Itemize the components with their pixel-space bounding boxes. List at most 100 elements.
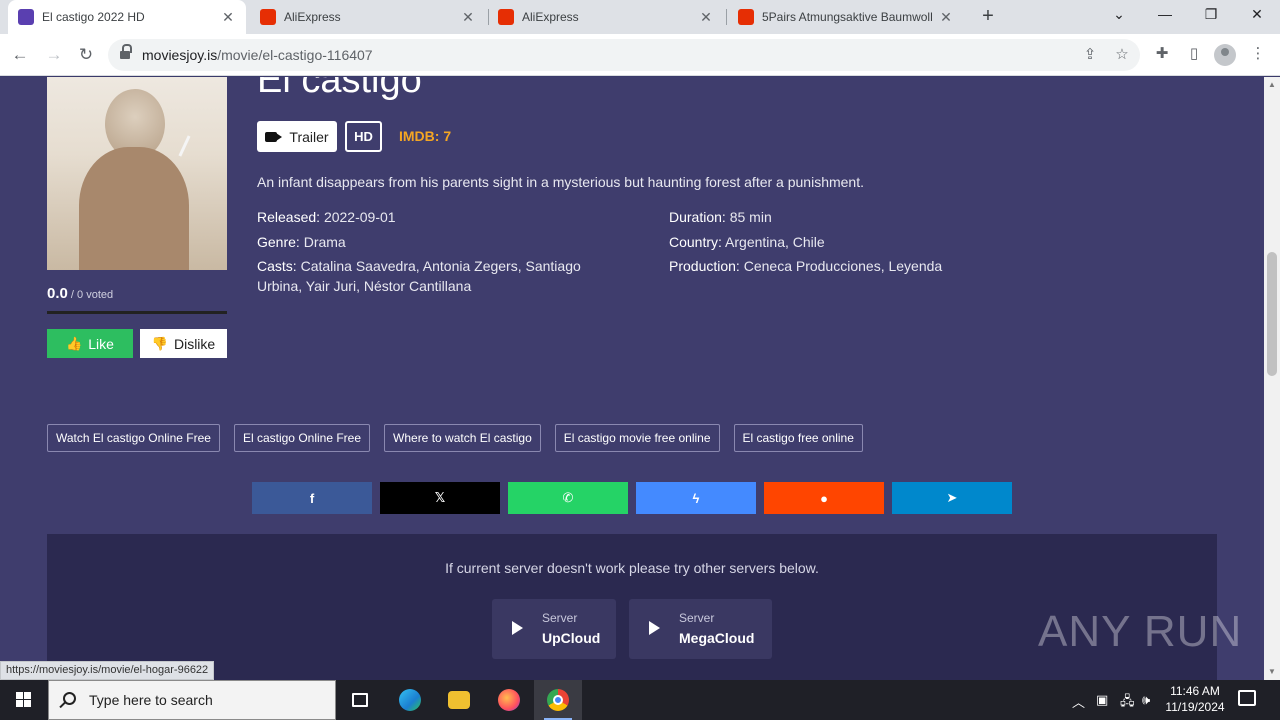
- tab-close-icon[interactable]: ✕: [460, 9, 476, 26]
- tag-link[interactable]: Where to watch El castigo: [384, 424, 541, 452]
- restore-icon[interactable]: ❐: [1188, 0, 1234, 30]
- share-whatsapp-button[interactable]: ✆: [508, 482, 628, 514]
- genre-row: Genre: Drama: [257, 232, 346, 252]
- server-label: Server: [679, 611, 715, 625]
- duration-row: Duration: 85 min: [669, 207, 772, 227]
- task-view-icon[interactable]: [336, 680, 384, 720]
- released-row: Released: 2022-09-01: [257, 207, 396, 227]
- tab-close-icon[interactable]: ✕: [698, 9, 714, 26]
- tag-link[interactable]: El castigo movie free online: [554, 424, 720, 452]
- production-links[interactable]: Ceneca Producciones, Leyenda: [744, 258, 942, 274]
- dislike-button[interactable]: 👎 Dislike: [140, 329, 227, 358]
- tray-chevron-icon[interactable]: ︿: [1072, 692, 1085, 711]
- minimize-icon[interactable]: —: [1142, 0, 1188, 30]
- new-tab-icon[interactable]: +: [976, 5, 1000, 29]
- tab-5pairs[interactable]: 5Pairs Atmungsaktive Baumwoll ✕: [728, 0, 964, 34]
- aliexpress-favicon-icon: [738, 9, 754, 25]
- bookmark-star-icon[interactable]: ☆: [1112, 45, 1132, 65]
- windows-start-icon[interactable]: [0, 680, 48, 720]
- tray-device-icon[interactable]: ▣: [1096, 692, 1108, 708]
- tab-search-chevron-icon[interactable]: ⌄: [1096, 0, 1142, 30]
- quality-badge: HD: [345, 121, 382, 152]
- casts-key: Casts:: [257, 258, 297, 274]
- released-key: Released:: [257, 209, 321, 225]
- tab-close-icon[interactable]: ✕: [220, 9, 236, 26]
- share-messenger-button[interactable]: ϟ: [636, 482, 756, 514]
- share-facebook-button[interactable]: f: [252, 482, 372, 514]
- scroll-thumb[interactable]: [1267, 252, 1277, 376]
- movie-title: El castigo: [257, 77, 422, 101]
- play-icon: [512, 621, 523, 635]
- rating-score: 0.0 / 0 voted: [47, 285, 114, 302]
- notification-icon[interactable]: [1238, 690, 1256, 706]
- file-explorer-icon[interactable]: [435, 680, 483, 720]
- link-status-bar: https://moviesjoy.is/movie/el-hogar-9662…: [0, 661, 215, 680]
- server-name: UpCloud: [542, 630, 601, 646]
- scroll-up-icon[interactable]: ▲: [1268, 80, 1276, 89]
- tag-link[interactable]: El castigo free online: [733, 424, 863, 452]
- anyrun-watermark: ANY RUN: [1038, 607, 1243, 656]
- edge-icon[interactable]: [386, 680, 434, 720]
- tag-link[interactable]: Watch El castigo Online Free: [47, 424, 220, 452]
- tab-aliexpress-2[interactable]: AliExpress ✕: [488, 0, 724, 34]
- volume-icon[interactable]: 🕪: [1142, 692, 1150, 708]
- genre-link[interactable]: Drama: [304, 234, 346, 250]
- url-text[interactable]: moviesjoy.is/movie/el-castigo-116407: [142, 47, 373, 63]
- share-page-icon[interactable]: ⇪: [1080, 45, 1100, 65]
- country-row: Country: Argentina, Chile: [669, 232, 825, 252]
- omnibox[interactable]: moviesjoy.is/movie/el-castigo-116407 ⇪ ☆: [108, 39, 1140, 71]
- reload-icon[interactable]: ↻: [74, 43, 98, 67]
- browser-menu-icon[interactable]: ⋮: [1248, 44, 1268, 64]
- share-reddit-button[interactable]: ●: [764, 482, 884, 514]
- aliexpress-favicon-icon: [498, 9, 514, 25]
- movie-poster[interactable]: [47, 77, 227, 270]
- share-x-button[interactable]: 𝕏: [380, 482, 500, 514]
- like-button[interactable]: 👍 Like: [47, 329, 133, 358]
- play-icon: [649, 621, 660, 635]
- thumbs-down-icon: 👎: [151, 335, 168, 351]
- duration-value: 85 min: [729, 209, 772, 225]
- tab-close-icon[interactable]: ✕: [938, 9, 954, 26]
- taskbar-search-input[interactable]: Type here to search: [48, 680, 336, 720]
- country-links[interactable]: Argentina, Chile: [725, 234, 825, 250]
- server-message: If current server doesn't work please tr…: [445, 560, 819, 576]
- firefox-icon[interactable]: [485, 680, 533, 720]
- poster-cigarette: [178, 135, 191, 157]
- side-panel-icon[interactable]: ▯: [1184, 44, 1204, 64]
- released-value: 2022-09-01: [323, 209, 396, 225]
- server-megacloud-button[interactable]: Server MegaCloud: [629, 599, 772, 659]
- forward-arrow-icon[interactable]: →: [42, 43, 66, 67]
- windows-taskbar: Type here to search ︿ ▣ 🖧 🕪 11:46 AM 11/…: [0, 680, 1280, 720]
- facebook-icon: f: [309, 490, 315, 506]
- thumbs-up-icon: 👍: [66, 335, 83, 351]
- scroll-down-icon[interactable]: ▼: [1268, 667, 1276, 676]
- tab-title: AliExpress: [522, 10, 579, 24]
- trailer-button[interactable]: Trailer: [257, 121, 337, 152]
- chrome-icon[interactable]: [534, 680, 582, 720]
- network-icon[interactable]: 🖧: [1120, 692, 1135, 714]
- profile-avatar-icon[interactable]: [1214, 44, 1236, 66]
- rating-votes: / 0 voted: [67, 289, 114, 301]
- production-key: Production:: [669, 258, 740, 274]
- lock-icon[interactable]: [120, 44, 132, 60]
- taskbar-clock[interactable]: 11:46 AM 11/19/2024: [1160, 683, 1230, 715]
- country-key: Country:: [669, 234, 722, 250]
- server-label: Server: [542, 611, 578, 625]
- casts-links[interactable]: Catalina Saavedra, Antonia Zegers, Santi…: [257, 258, 581, 294]
- poster-figure-body: [79, 147, 189, 270]
- close-window-icon[interactable]: ✕: [1234, 0, 1280, 30]
- moviesjoy-favicon-icon: [18, 9, 34, 25]
- clock-date: 11/19/2024: [1165, 700, 1225, 714]
- tab-aliexpress-1[interactable]: AliExpress ✕: [250, 0, 486, 34]
- tag-link[interactable]: El castigo Online Free: [233, 424, 371, 452]
- tab-title: AliExpress: [284, 10, 341, 24]
- page-scrollbar[interactable]: ▲ ▼: [1264, 77, 1280, 680]
- address-bar-row: ← → ↻ moviesjoy.is/movie/el-castigo-1164…: [0, 34, 1280, 76]
- extensions-puzzle-icon[interactable]: ✚: [1152, 44, 1172, 64]
- casts-row: Casts: Catalina Saavedra, Antonia Zegers…: [257, 256, 617, 296]
- back-arrow-icon[interactable]: ←: [8, 43, 32, 67]
- tab-el-castigo[interactable]: El castigo 2022 HD ✕: [8, 0, 246, 34]
- server-upcloud-button[interactable]: Server UpCloud: [492, 599, 616, 659]
- share-telegram-button[interactable]: ➤: [892, 482, 1012, 514]
- share-buttons: f 𝕏 ✆ ϟ ● ➤: [252, 482, 1012, 514]
